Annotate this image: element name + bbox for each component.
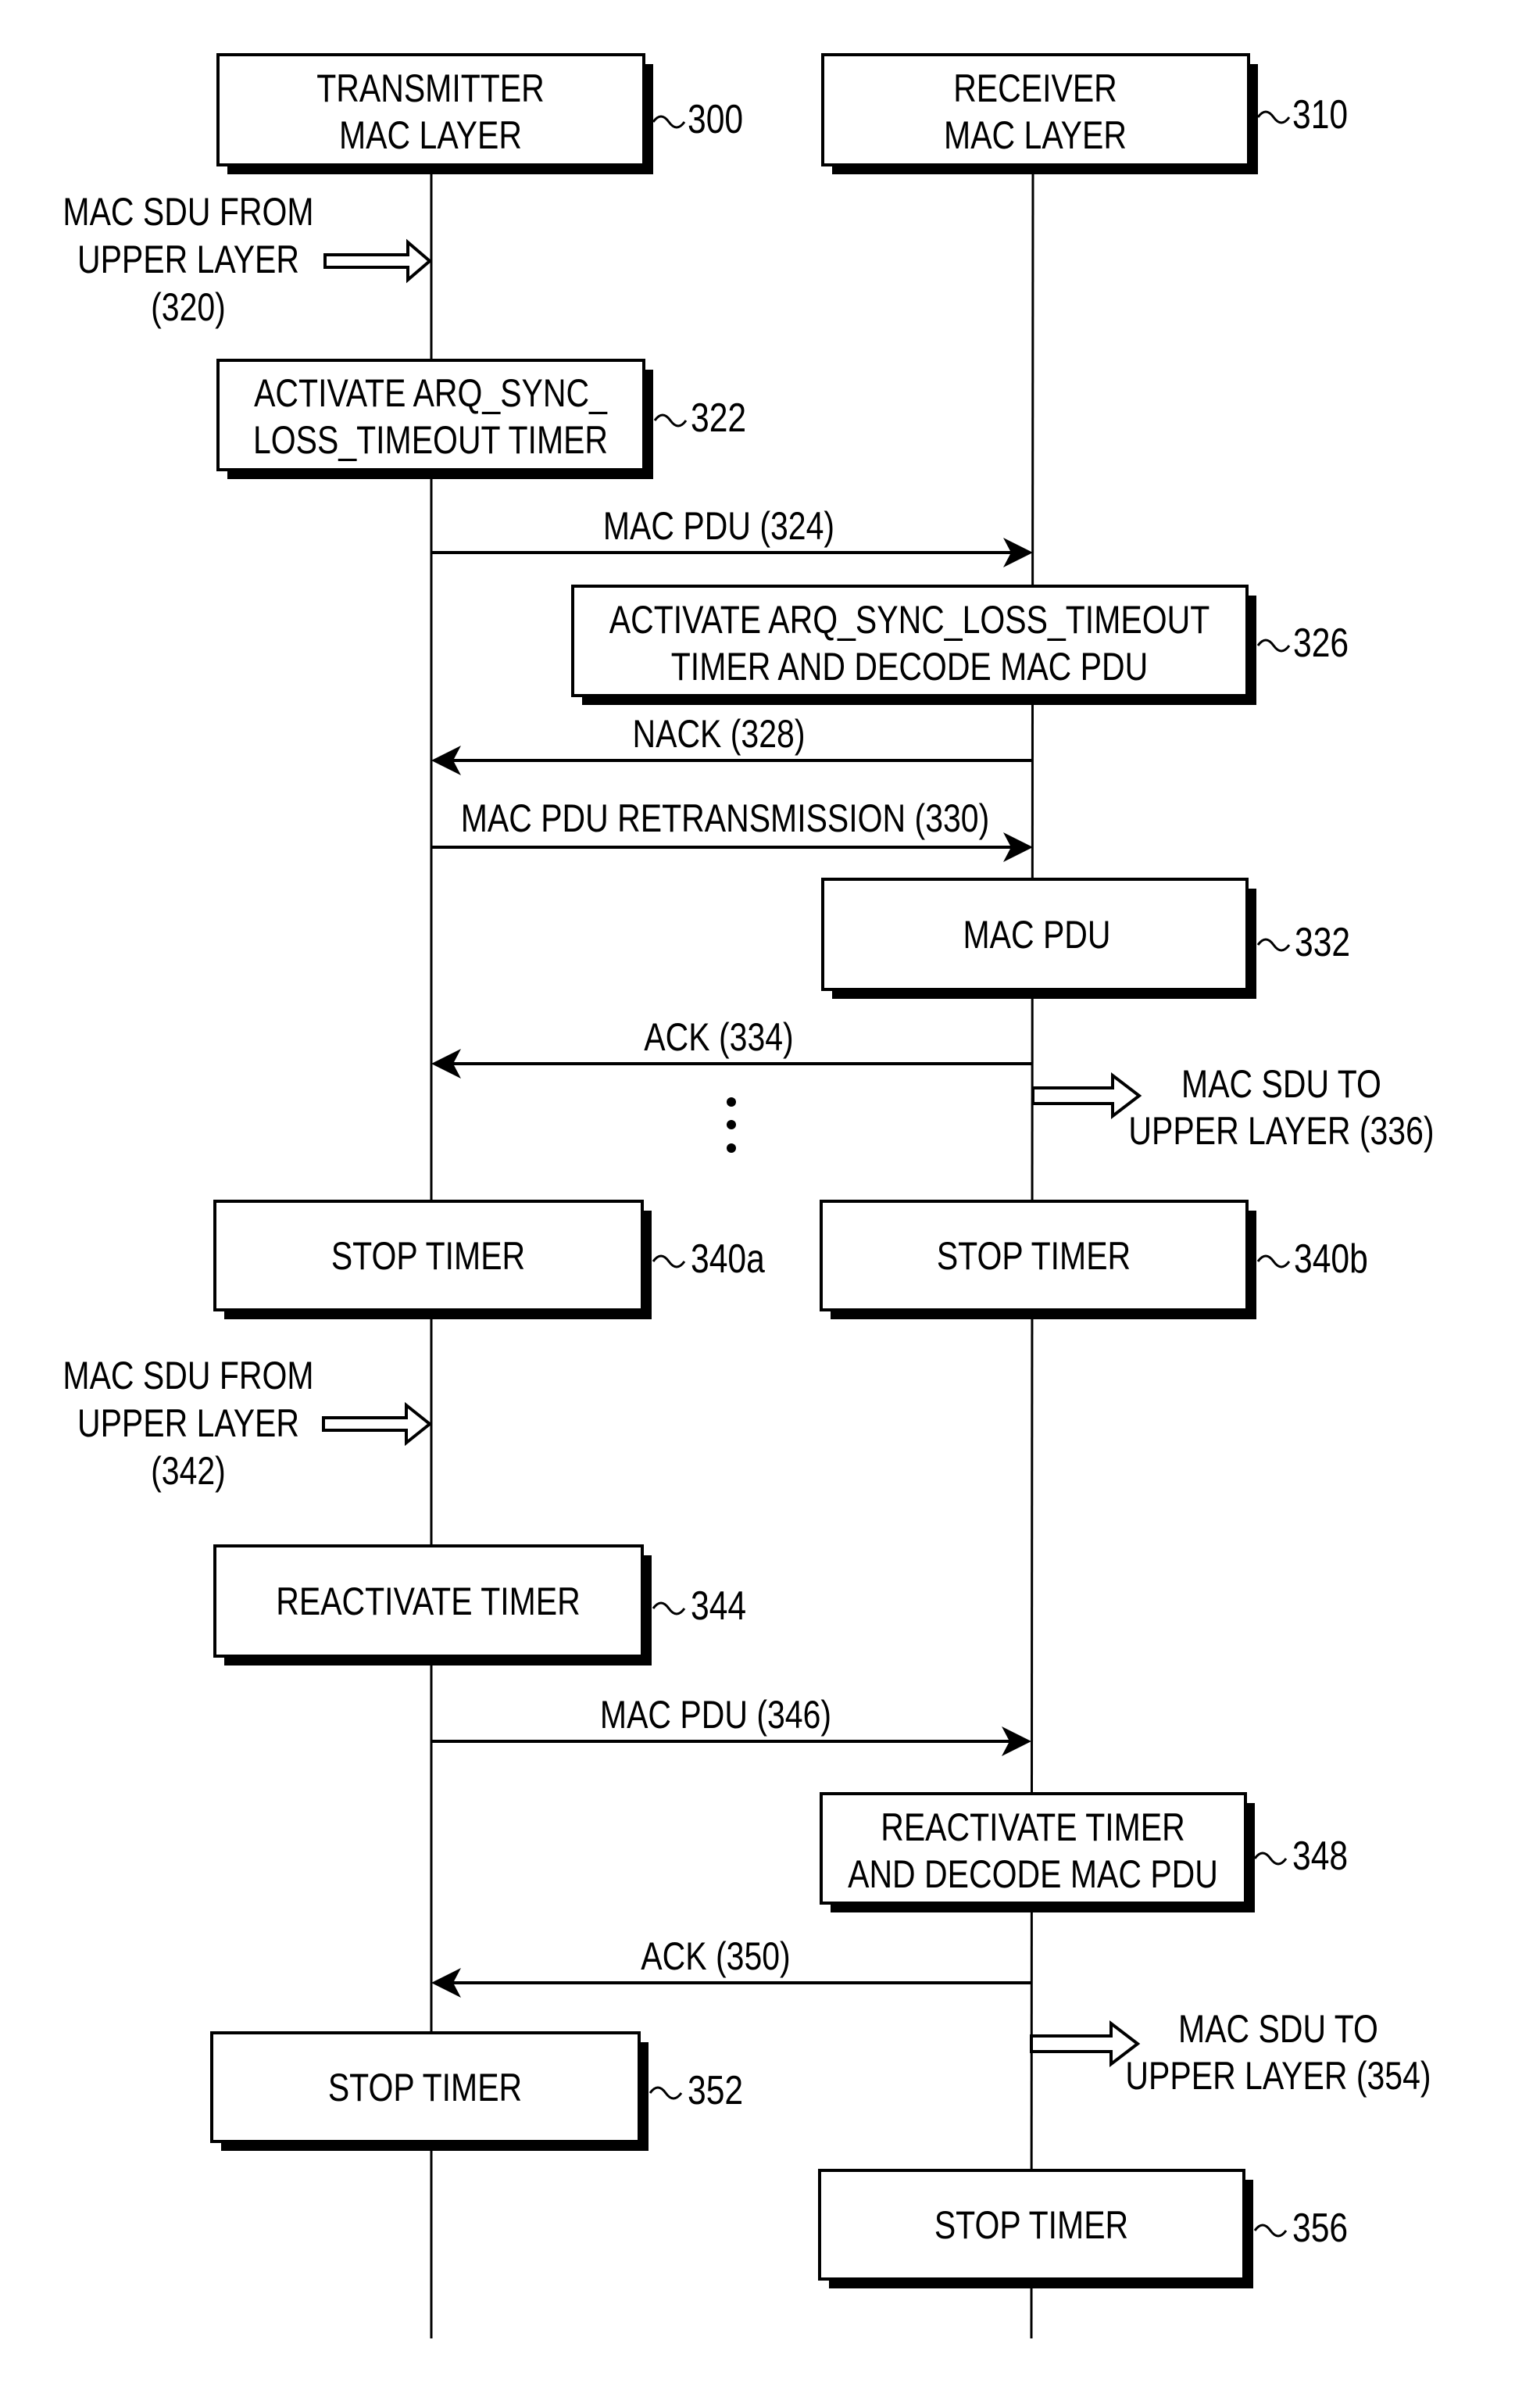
hollow-arrow-right-icon: [1031, 1072, 1142, 1120]
process-box-322: ACTIVATE ARQ_SYNC_ LOSS_TIMEOUT TIMER 32…: [216, 359, 746, 479]
continuation-dots-icon: [727, 1097, 736, 1153]
process-box-348: REACTIVATE TIMER AND DECODE MAC PDU 348: [820, 1792, 1348, 1912]
hollow-arrow-right-icon: [1030, 2020, 1141, 2068]
message-label: MAC PDU (324): [603, 504, 834, 548]
ref-number: 340a: [691, 1236, 765, 1282]
message-label: NACK (328): [632, 712, 805, 756]
input-line3: (320): [151, 285, 226, 329]
message-346: MAC PDU (346): [431, 1693, 1031, 1756]
box-line1: STOP TIMER: [934, 2203, 1128, 2247]
message-334: ACK (334): [431, 1015, 1033, 1079]
hollow-arrow-right-icon: [323, 238, 433, 284]
external-input-320: MAC SDU FROM UPPER LAYER (320): [63, 190, 433, 329]
input-line2: UPPER LAYER: [77, 238, 299, 281]
box-line1: STOP TIMER: [937, 1234, 1131, 1278]
input-line3: (342): [151, 1449, 226, 1493]
participant-transmitter-line1: TRANSMITTER: [316, 66, 545, 110]
message-label: MAC PDU RETRANSMISSION (330): [461, 796, 990, 840]
ref-number: 322: [691, 395, 746, 441]
hollow-arrow-right-icon: [322, 1401, 433, 1447]
ref-leader-icon: [652, 1254, 686, 1268]
box-line1: ACTIVATE ARQ_SYNC_LOSS_TIMEOUT: [609, 598, 1210, 642]
output-line1: MAC SDU TO: [1178, 2007, 1378, 2051]
process-box-340b: STOP TIMER 340b: [820, 1200, 1368, 1319]
box-line1: ACTIVATE ARQ_SYNC_: [254, 371, 607, 415]
message-label: ACK (350): [641, 1934, 790, 1978]
ref-number: 344: [691, 1583, 746, 1629]
external-output-336: MAC SDU TO UPPER LAYER (336): [1031, 1062, 1435, 1153]
message-328: NACK (328): [431, 712, 1033, 775]
box-line2: TIMER AND DECODE MAC PDU: [671, 645, 1148, 689]
box-line1: REACTIVATE TIMER: [881, 1805, 1185, 1849]
process-box-352: STOP TIMER 352: [210, 2031, 743, 2151]
ref-leader-icon: [652, 1601, 686, 1615]
box-line1: REACTIVATE TIMER: [276, 1580, 581, 1623]
sequence-diagram: TRANSMITTER MAC LAYER 300 RECEIVER MAC L…: [63, 53, 1435, 2339]
process-box-356: STOP TIMER 356: [818, 2169, 1348, 2288]
ref-leader-icon: [653, 413, 688, 428]
process-box-332: MAC PDU 332: [821, 878, 1350, 999]
box-line2: AND DECODE MAC PDU: [848, 1852, 1218, 1896]
ref-leader-icon: [1256, 110, 1291, 124]
box-line1: STOP TIMER: [331, 1234, 525, 1278]
box-line1: STOP TIMER: [328, 2066, 522, 2109]
input-line1: MAC SDU FROM: [63, 190, 313, 234]
ref-leader-icon: [652, 115, 686, 129]
ref-leader-icon: [1256, 938, 1291, 952]
message-330: MAC PDU RETRANSMISSION (330): [431, 796, 1033, 862]
participant-receiver: RECEIVER MAC LAYER 310: [821, 53, 1348, 174]
box-line2: LOSS_TIMEOUT TIMER: [253, 418, 608, 462]
output-line1: MAC SDU TO: [1181, 1062, 1381, 1106]
ref-leader-icon: [1256, 1254, 1291, 1268]
output-line2: UPPER LAYER (336): [1128, 1109, 1434, 1153]
process-box-344: REACTIVATE TIMER 344: [213, 1544, 746, 1665]
ref-leader-icon: [1253, 2224, 1288, 2238]
participant-transmitter-line2: MAC LAYER: [339, 113, 522, 157]
message-label: MAC PDU (346): [600, 1693, 831, 1737]
process-box-340a: STOP TIMER 340a: [213, 1200, 765, 1319]
ref-leader-icon: [649, 2086, 683, 2100]
process-box-326: ACTIVATE ARQ_SYNC_LOSS_TIMEOUT TIMER AND…: [571, 585, 1349, 705]
output-line2: UPPER LAYER (354): [1125, 2054, 1431, 2098]
participant-receiver-line1: RECEIVER: [953, 66, 1117, 110]
participant-receiver-line2: MAC LAYER: [944, 113, 1127, 157]
ref-number: 300: [688, 97, 743, 142]
ref-leader-icon: [1253, 1852, 1288, 1866]
participant-transmitter: TRANSMITTER MAC LAYER 300: [216, 53, 743, 174]
message-label: ACK (334): [644, 1015, 793, 1059]
ref-number: 332: [1295, 920, 1350, 965]
input-line2: UPPER LAYER: [77, 1401, 299, 1445]
external-output-354: MAC SDU TO UPPER LAYER (354): [1030, 2007, 1431, 2098]
ref-leader-icon: [1256, 639, 1291, 653]
ref-number: 356: [1292, 2206, 1348, 2251]
message-324: MAC PDU (324): [431, 504, 1033, 567]
ref-number: 352: [688, 2068, 743, 2113]
ref-number: 348: [1292, 1834, 1348, 1879]
message-350: ACK (350): [431, 1934, 1031, 1998]
ref-number: 310: [1292, 92, 1348, 138]
external-input-342: MAC SDU FROM UPPER LAYER (342): [63, 1354, 433, 1493]
ref-number: 326: [1293, 621, 1349, 666]
ref-number: 340b: [1294, 1236, 1368, 1282]
input-line1: MAC SDU FROM: [63, 1354, 313, 1397]
box-line1: MAC PDU: [963, 913, 1110, 957]
